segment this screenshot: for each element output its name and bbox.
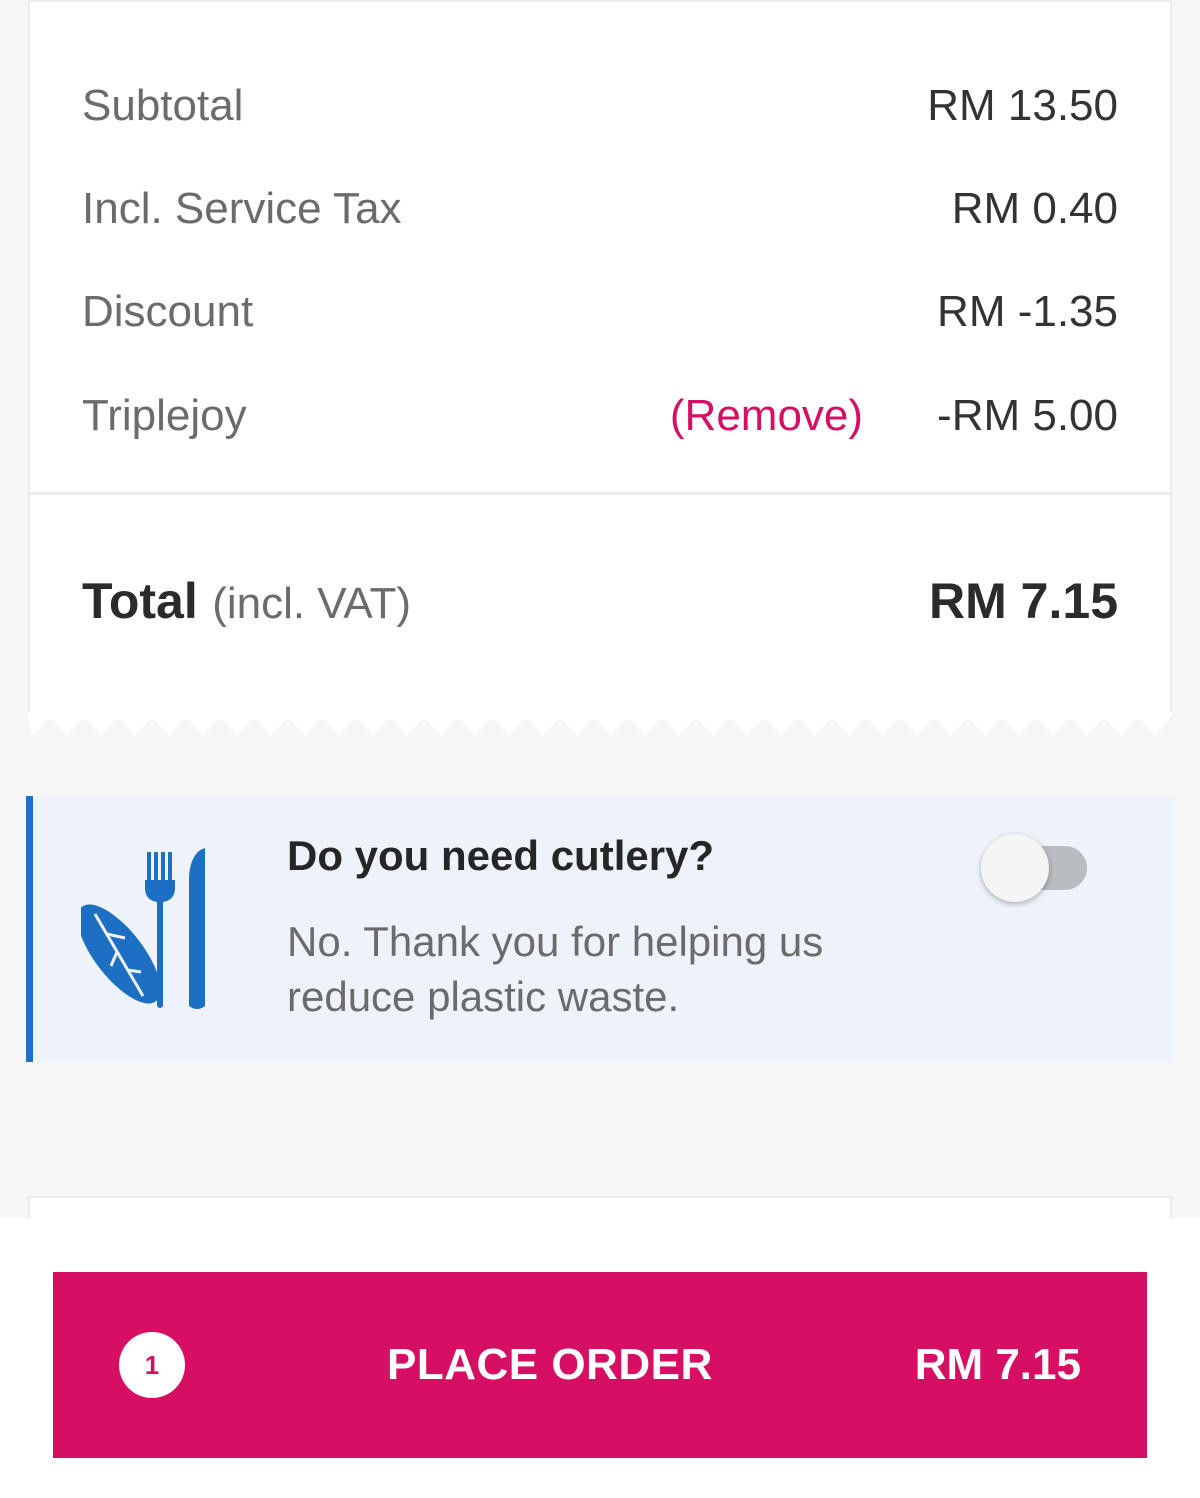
receipt-zigzag-edge xyxy=(28,712,1172,736)
toggle-thumb xyxy=(981,834,1049,902)
service-tax-row: Incl. Service Tax RM 0.40 xyxy=(82,179,1118,239)
total-value: RM 7.15 xyxy=(929,573,1118,629)
service-tax-label: Incl. Service Tax xyxy=(82,184,402,233)
place-order-price: RM 7.15 xyxy=(914,1340,1081,1389)
voucher-value: -RM 5.00 xyxy=(937,391,1118,440)
cutlery-description: No. Thank you for helping us reduce plas… xyxy=(287,918,824,1020)
total-row: Total (incl. VAT) RM 7.15 xyxy=(82,566,1118,636)
discount-row: Discount RM -1.35 xyxy=(82,282,1118,342)
subtotal-row: Subtotal RM 13.50 xyxy=(82,76,1118,136)
order-summary-body: Subtotal RM 13.50 Incl. Service Tax RM 0… xyxy=(28,0,1172,720)
discount-label: Discount xyxy=(82,287,254,336)
subtotal-value: RM 13.50 xyxy=(927,81,1118,130)
total-label: Total xyxy=(82,573,198,629)
voucher-right-group: (Remove) -RM 5.00 xyxy=(670,391,1118,441)
item-count-badge: 1 xyxy=(119,1332,185,1398)
cutlery-title: Do you need cutlery? xyxy=(287,832,715,879)
checkout-bar: 1 PLACE ORDER RM 7.15 xyxy=(0,1218,1200,1498)
place-order-button[interactable]: 1 PLACE ORDER RM 7.15 xyxy=(53,1272,1147,1458)
order-summary-card: Subtotal RM 13.50 Incl. Service Tax RM 0… xyxy=(28,0,1172,748)
cutlery-toggle[interactable] xyxy=(981,834,1093,902)
subtotal-label: Subtotal xyxy=(82,81,244,130)
voucher-label: Triplejoy xyxy=(82,391,247,440)
cutlery-option-card: Do you need cutlery? No. Thank you for h… xyxy=(26,796,1173,1062)
checkout-page: Subtotal RM 13.50 Incl. Service Tax RM 0… xyxy=(0,0,1200,1498)
total-label-group: Total (incl. VAT) xyxy=(82,572,411,630)
total-note: (incl. VAT) xyxy=(212,579,412,628)
summary-divider xyxy=(30,492,1170,495)
discount-value: RM -1.35 xyxy=(937,287,1118,336)
place-order-label: PLACE ORDER xyxy=(386,1340,713,1389)
service-tax-value: RM 0.40 xyxy=(951,184,1118,233)
leaf-cutlery-icon xyxy=(77,846,221,1012)
remove-voucher-link[interactable]: (Remove) xyxy=(670,391,863,441)
voucher-row: Triplejoy (Remove) -RM 5.00 xyxy=(82,386,1118,446)
